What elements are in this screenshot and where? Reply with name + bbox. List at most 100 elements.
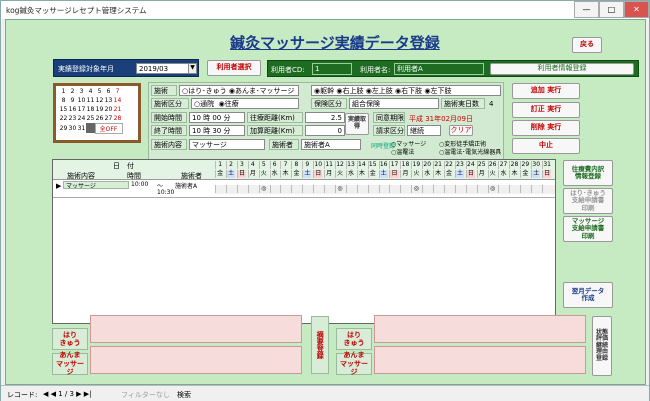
cal-day[interactable]: 20 [104, 105, 113, 114]
day-cell[interactable] [367, 185, 377, 193]
day-cell[interactable] [400, 185, 409, 193]
day-cell[interactable] [389, 185, 398, 193]
day-cell[interactable] [269, 185, 279, 193]
cal-day[interactable]: 22 [59, 114, 68, 123]
cancel-button[interactable]: 中止 [512, 138, 580, 154]
cal-day[interactable]: 29 [59, 123, 68, 133]
cal-day[interactable]: 31 [77, 123, 86, 133]
travel-fee-button[interactable]: 往療費内訳 情報登録 [563, 160, 613, 186]
day-cell[interactable] [422, 185, 431, 193]
cal-day[interactable]: 2 [68, 87, 77, 96]
summary-register-button[interactable]: 摘要登録 [311, 316, 329, 374]
day-cell[interactable] [280, 185, 289, 193]
cal-day[interactable]: 5 [95, 87, 104, 96]
status-eval-button[interactable]: 状態 評価 継続 理由 登録 [592, 316, 612, 376]
hari-notes-box[interactable] [90, 315, 302, 343]
repeat-button[interactable]: 実績取得 [345, 113, 369, 135]
cal-day[interactable]: 13 [104, 96, 113, 105]
day-cell[interactable] [509, 185, 518, 193]
practitioner-select[interactable]: 施術者A [301, 139, 361, 150]
user-cd-field[interactable]: 1 [312, 63, 352, 75]
cal-day[interactable]: 1 [59, 87, 68, 96]
target-month-field[interactable]: 2019/03 [136, 63, 190, 74]
day-cell[interactable] [324, 185, 333, 193]
cal-day[interactable]: 26 [95, 114, 104, 123]
cal-selected-cell[interactable] [86, 123, 95, 133]
delete-execute-button[interactable]: 削除 実行 [512, 120, 580, 136]
day-cell[interactable]: ◎ [411, 185, 420, 193]
cal-day[interactable]: 3 [77, 87, 86, 96]
distance-field[interactable]: 2.5 [305, 112, 345, 123]
cal-day[interactable]: 11 [86, 96, 95, 105]
cal-day[interactable]: 8 [59, 96, 68, 105]
day-cell[interactable] [302, 185, 311, 193]
user-name-field[interactable]: 利用者A [394, 63, 484, 75]
cal-day[interactable]: 27 [104, 114, 113, 123]
dropdown-arrow-icon[interactable]: ▼ [188, 63, 197, 74]
massage-form-print-button[interactable]: マッサージ 支給申請書 印刷 [563, 216, 613, 242]
next-month-data-button[interactable]: 翌月データ 作成 [563, 282, 613, 308]
day-cell[interactable] [356, 185, 366, 193]
day-cell[interactable] [542, 185, 551, 193]
day-cell[interactable] [531, 185, 540, 193]
edit-execute-button[interactable]: 訂正 実行 [512, 102, 580, 118]
search-box[interactable]: 検索 [177, 390, 191, 400]
day-cell[interactable] [476, 185, 486, 193]
minimize-button[interactable]: — [574, 1, 599, 18]
maximize-button[interactable]: □ [599, 1, 624, 18]
cal-day[interactable]: 6 [104, 87, 113, 96]
day-cell[interactable] [236, 185, 246, 193]
user-select-button[interactable]: 利用者選択 [207, 60, 261, 76]
day-cell[interactable] [520, 185, 529, 193]
clear-button[interactable]: クリア [449, 125, 473, 136]
table-row[interactable]: ▶ マッサージ 10:00 〜 10:30 施術者A ◎ ◎ ◎ ◎ [53, 180, 555, 198]
start-time-field[interactable]: 10 時 00 分 [189, 112, 245, 123]
day-cell[interactable] [215, 185, 224, 193]
day-cell[interactable] [345, 185, 355, 193]
close-button[interactable]: ✕ [624, 1, 649, 18]
day-cell[interactable] [247, 185, 257, 193]
cal-day[interactable]: 21 [113, 105, 122, 114]
back-button[interactable]: 戻る [572, 37, 602, 53]
cal-day[interactable]: 18 [86, 105, 95, 114]
day-cell[interactable] [433, 185, 442, 193]
cal-day[interactable]: 4 [86, 87, 95, 96]
filter-indicator[interactable]: フィルターなし [121, 390, 170, 400]
cal-day[interactable]: 12 [95, 96, 104, 105]
cal-day[interactable]: 10 [77, 96, 86, 105]
user-info-register-button[interactable]: 利用者情報登録 [490, 63, 634, 75]
hari-notes-box-2[interactable] [374, 315, 586, 343]
day-cell[interactable] [313, 185, 322, 193]
hari-form-print-button[interactable]: はり･きゅう 支給申請書 印刷 [563, 188, 613, 214]
add-execute-button[interactable]: 追加 実行 [512, 83, 580, 99]
anma-notes-box-2[interactable] [374, 346, 586, 374]
cal-day[interactable]: 16 [68, 105, 77, 114]
content-select[interactable]: マッサージ [189, 139, 265, 150]
record-navigator[interactable]: ◀ ◀ 1 / 3 ▶ ▶| [43, 390, 92, 398]
anma-notes-box[interactable] [90, 346, 302, 374]
day-cell[interactable] [498, 185, 507, 193]
cal-day[interactable]: 23 [68, 114, 77, 123]
day-cell[interactable] [443, 185, 453, 193]
day-cell[interactable]: ◎ [334, 185, 344, 193]
cal-day[interactable]: 24 [77, 114, 86, 123]
cal-day[interactable]: 19 [95, 105, 104, 114]
add-distance-field[interactable]: 0 [305, 125, 345, 136]
cal-day[interactable]: 15 [59, 105, 68, 114]
cal-day[interactable]: 9 [68, 96, 77, 105]
cal-day[interactable]: 30 [68, 123, 77, 133]
all-off-button[interactable]: 全OFF [94, 122, 123, 134]
sim-opt-4[interactable]: ○温電法･電気光線器具 [439, 147, 501, 156]
cal-day[interactable]: 28 [113, 114, 122, 123]
cal-day[interactable]: 14 [113, 96, 122, 105]
day-cell[interactable]: ◎ [487, 185, 497, 193]
end-time-field[interactable]: 10 時 30 分 [189, 125, 245, 136]
day-cell[interactable] [465, 185, 475, 193]
cal-day[interactable]: 25 [86, 114, 95, 123]
sim-opt-3[interactable]: ○温罨法 [391, 147, 414, 156]
day-cell[interactable] [225, 185, 235, 193]
row-content[interactable]: マッサージ [63, 181, 129, 189]
insurance-field[interactable]: 組合保険 [349, 98, 439, 109]
cal-day[interactable]: 17 [77, 105, 86, 114]
billing-select[interactable]: 継続 [407, 125, 441, 136]
